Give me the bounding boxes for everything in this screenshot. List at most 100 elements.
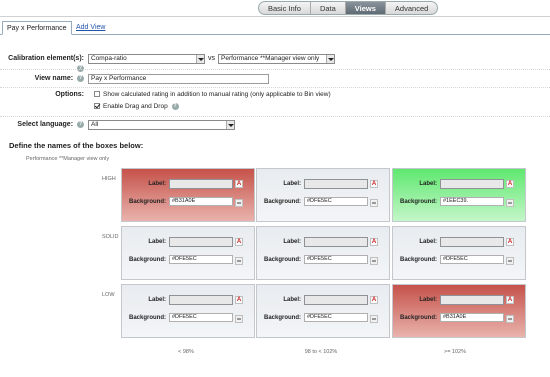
box-label-input[interactable] — [304, 295, 368, 305]
box-background-text: Background: — [263, 256, 301, 263]
grid-box: Label: A Background: #1EEC39. — [392, 168, 526, 222]
box-label-row: Label: A — [122, 237, 256, 247]
color-picker-icon[interactable] — [235, 315, 243, 323]
view-name-input[interactable]: Pay x Performance — [88, 74, 269, 84]
box-label-text: Label: — [283, 181, 301, 187]
box-label-input[interactable] — [304, 237, 368, 247]
font-style-icon[interactable]: A — [506, 238, 514, 246]
box-background-input[interactable]: #B31A0E — [440, 313, 504, 322]
color-picker-icon[interactable] — [235, 257, 243, 265]
box-background-input[interactable]: #DFE5EC — [169, 255, 233, 264]
calibration-label: Calibration element(s): ? — [0, 54, 88, 74]
box-background-input[interactable]: #DFE5EC — [440, 255, 504, 264]
color-picker-icon[interactable] — [506, 199, 514, 207]
option-2-text: Enable Drag and Drop — [103, 103, 168, 110]
help-icon[interactable]: ? — [77, 120, 84, 128]
option-drag-drop: Enable Drag and Drop ? — [94, 102, 331, 112]
color-picker-icon[interactable] — [370, 199, 378, 207]
box-background-text: Background: — [128, 198, 166, 205]
col-label-high: >= 102% — [443, 349, 467, 355]
help-icon[interactable]: ? — [171, 102, 179, 110]
box-background-input[interactable]: #DFE5EC — [169, 313, 233, 322]
box-background-row: Background: #DFE5EC — [122, 254, 256, 265]
box-background-input[interactable]: #DFE5EC — [304, 197, 368, 206]
color-picker-icon[interactable] — [235, 199, 243, 207]
box-label-row: Label: A — [257, 179, 391, 189]
box-background-input[interactable]: #DFE5EC — [304, 313, 368, 322]
font-style-icon[interactable]: A — [506, 296, 514, 304]
box-label-input[interactable] — [169, 179, 233, 189]
chevron-down-icon — [226, 121, 234, 129]
color-picker-icon[interactable] — [370, 315, 378, 323]
box-label-text: Label: — [283, 239, 301, 245]
font-style-icon[interactable]: A — [370, 180, 378, 188]
language-label: Select language: ? — [0, 120, 88, 130]
help-icon[interactable]: ? — [77, 74, 84, 82]
box-background-text: Background: — [263, 314, 301, 321]
tab-advanced[interactable]: Advanced — [386, 2, 437, 14]
tab-basic-info[interactable]: Basic Info — [259, 2, 311, 14]
box-background-text: Background: — [399, 256, 437, 263]
box-label-input[interactable] — [440, 295, 504, 305]
view-name-label-text: View name: — [34, 75, 74, 82]
row-label-solid: SOLID — [102, 234, 119, 240]
language-select[interactable]: All — [88, 120, 235, 130]
box-label-input[interactable] — [169, 295, 233, 305]
row-label-low: LOW — [102, 292, 115, 298]
font-style-icon[interactable]: A — [235, 238, 243, 246]
box-label-text: Label: — [419, 297, 437, 303]
grid-box: Label: A Background: #DFE5EC — [256, 284, 390, 338]
option-1-text: Show calculated rating in addition to ma… — [103, 91, 331, 98]
font-style-icon[interactable]: A — [370, 296, 378, 304]
view-tabs: Pay x Performance Add View — [0, 21, 550, 35]
box-background-row: Background: #DFE5EC — [393, 254, 527, 265]
tab-views[interactable]: Views — [345, 2, 386, 14]
box-label-row: Label: A — [122, 295, 256, 305]
box-background-input[interactable]: #1EEC39. — [440, 197, 504, 206]
box-label-row: Label: A — [393, 237, 527, 247]
option-calculated-rating: Show calculated rating in addition to ma… — [94, 90, 331, 100]
calibration-x-select[interactable]: Compa-ratio — [88, 54, 205, 64]
grid-box: Label: A Background: #B31A0E — [392, 284, 526, 338]
divider — [0, 116, 550, 117]
grid-box: Label: A Background: #DFE5EC — [256, 168, 390, 222]
view-tab-pay-x-performance[interactable]: Pay x Performance — [2, 21, 72, 35]
tab-data[interactable]: Data — [311, 2, 346, 14]
font-style-icon[interactable]: A — [506, 180, 514, 188]
box-background-input[interactable]: #B31A0E — [169, 197, 233, 206]
grid-box: Label: A Background: #DFE5EC — [392, 226, 526, 280]
chevron-down-icon — [326, 55, 334, 63]
box-label-text: Label: — [419, 239, 437, 245]
col-label-low: < 98% — [178, 349, 194, 355]
box-label-input[interactable] — [169, 237, 233, 247]
calculated-rating-checkbox[interactable] — [94, 91, 100, 98]
col-label-mid: 98 to < 102% — [304, 349, 338, 355]
box-label-input[interactable] — [304, 179, 368, 189]
add-view-link[interactable]: Add View — [72, 21, 109, 35]
calibration-y-select[interactable]: Performance **Manager view only — [218, 54, 335, 64]
box-background-text: Background: — [399, 198, 437, 205]
font-style-icon[interactable]: A — [235, 180, 243, 188]
color-picker-icon[interactable] — [506, 315, 514, 323]
box-background-row: Background: #1EEC39. — [393, 196, 527, 207]
color-picker-icon[interactable] — [506, 257, 514, 265]
vs-text: vs — [208, 55, 215, 62]
box-label-row: Label: A — [393, 179, 527, 189]
box-background-row: Background: #DFE5EC — [257, 196, 391, 207]
grid-box: Label: A Background: #B31A0E — [121, 168, 255, 222]
box-label-text: Label: — [148, 297, 166, 303]
y-axis-title: Performance **Manager view only — [26, 156, 110, 162]
box-label-input[interactable] — [440, 179, 504, 189]
drag-drop-checkbox[interactable] — [94, 103, 100, 110]
options-row: Options: Show calculated rating in addit… — [0, 90, 550, 112]
font-style-icon[interactable]: A — [235, 296, 243, 304]
divider — [0, 69, 550, 70]
box-background-input[interactable]: #DFE5EC — [304, 255, 368, 264]
box-background-row: Background: #DFE5EC — [257, 312, 391, 323]
color-picker-icon[interactable] — [370, 257, 378, 265]
box-label-text: Label: — [148, 239, 166, 245]
box-label-row: Label: A — [257, 295, 391, 305]
box-label-input[interactable] — [440, 237, 504, 247]
font-style-icon[interactable]: A — [370, 238, 378, 246]
view-name-label: View name: ? — [0, 74, 88, 84]
